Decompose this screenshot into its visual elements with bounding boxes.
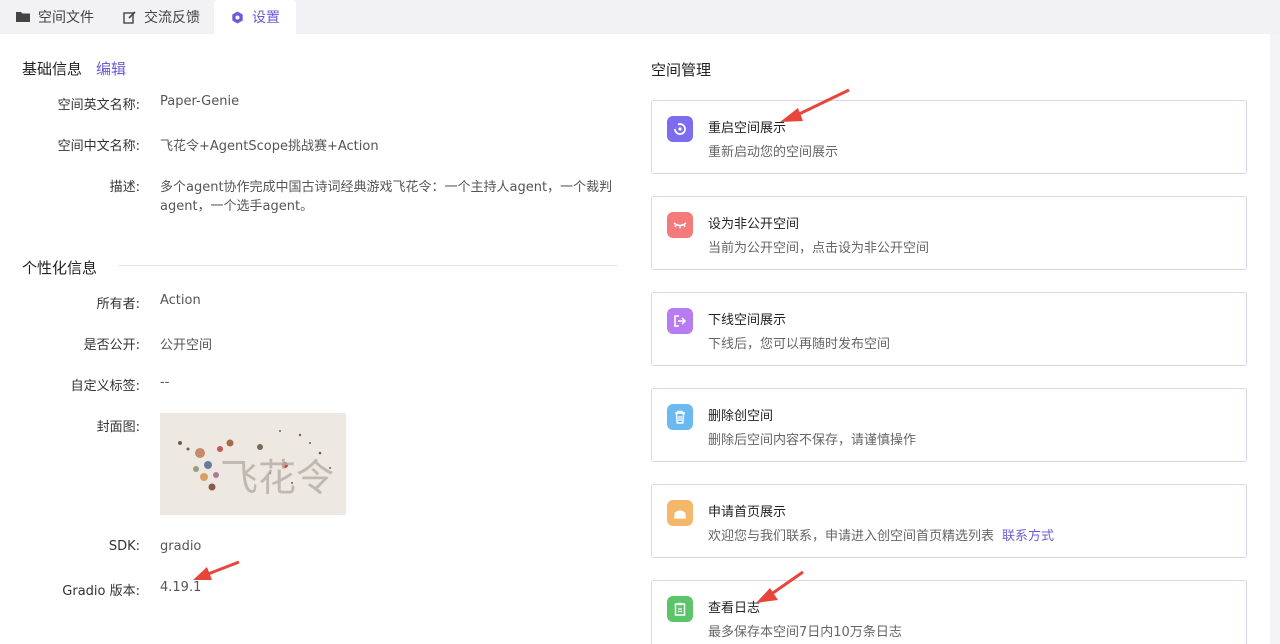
eye-closed-icon <box>667 212 693 238</box>
public-value: 公开空间 <box>160 338 213 353</box>
space-management-title: 空间管理 <box>651 61 712 79</box>
card-desc: 最多保存本空间7日内10万条日志 <box>708 625 902 640</box>
set-private-card[interactable]: 设为非公开空间 当前为公开空间，点击设为非公开空间 <box>651 196 1247 270</box>
card-desc: 删除后空间内容不保存，请谨慎操作 <box>708 433 917 448</box>
card-title: 申请首页展示 <box>708 505 787 520</box>
cover-image: 飞花令 <box>160 413 346 515</box>
card-desc: 下线后，您可以再随时发布空间 <box>708 337 891 352</box>
basic-info-title: 基础信息 <box>22 60 83 78</box>
card-title: 设为非公开空间 <box>708 217 800 232</box>
edit-button[interactable]: 编辑 <box>96 58 126 79</box>
card-desc: 当前为公开空间，点击设为非公开空间 <box>708 241 930 256</box>
tab-label: 空间文件 <box>38 10 94 26</box>
section-divider <box>118 265 618 266</box>
tab-bar: 空间文件 交流反馈 设置 <box>0 0 1280 34</box>
public-label: 是否公开: <box>83 338 140 353</box>
folder-icon <box>16 11 30 23</box>
clipboard-icon <box>667 596 693 622</box>
view-logs-card[interactable]: 查看日志 最多保存本空间7日内10万条日志 <box>651 580 1247 644</box>
logout-icon <box>667 308 693 334</box>
description-value-line1: 多个agent协作完成中国古诗词经典游戏飞花令：一个主持人agent，一个裁判 <box>160 180 613 195</box>
restart-space-card[interactable]: 重启空间展示 重新启动您的空间展示 <box>651 100 1247 174</box>
gear-icon <box>231 11 244 24</box>
card-title: 下线空间展示 <box>708 313 787 328</box>
gradio-version-label: Gradio 版本: <box>62 584 140 599</box>
description-value-line2: agent，一个选手agent。 <box>160 199 314 214</box>
chinese-name-value: 飞花令+AgentScope挑战赛+Action <box>160 139 379 154</box>
restart-icon <box>667 116 693 142</box>
description-label: 描述: <box>109 180 140 195</box>
edit-icon <box>123 10 136 24</box>
english-name-value: Paper-Genie <box>160 94 240 109</box>
owner-value: Action <box>160 293 201 308</box>
tab-label: 设置 <box>252 10 280 26</box>
tags-value: -- <box>160 375 170 390</box>
card-title: 查看日志 <box>708 601 761 616</box>
gradio-version-value: 4.19.1 <box>160 580 202 595</box>
personal-info-title: 个性化信息 <box>22 259 98 277</box>
cover-label: 封面图: <box>96 420 140 435</box>
owner-label: 所有者: <box>96 297 140 312</box>
card-title: 删除创空间 <box>708 409 774 424</box>
chinese-name-label: 空间中文名称: <box>57 139 140 154</box>
tab-space-files[interactable]: 空间文件 <box>16 0 94 34</box>
tags-label: 自定义标签: <box>70 379 140 394</box>
tab-label: 交流反馈 <box>144 10 200 26</box>
card-desc: 重新启动您的空间展示 <box>708 145 839 160</box>
contact-link[interactable]: 联系方式 <box>1002 529 1054 544</box>
tab-feedback[interactable]: 交流反馈 <box>123 0 200 34</box>
english-name-label: 空间英文名称: <box>57 98 140 113</box>
card-desc-text: 欢迎您与我们联系，申请进入创空间首页精选列表 <box>708 529 995 544</box>
card-desc: 欢迎您与我们联系，申请进入创空间首页精选列表 联系方式 <box>708 525 1054 544</box>
cover-text: 飞花令 <box>220 456 334 500</box>
apply-homepage-card[interactable]: 申请首页展示 欢迎您与我们联系，申请进入创空间首页精选列表 联系方式 <box>651 484 1247 558</box>
offline-space-card[interactable]: 下线空间展示 下线后，您可以再随时发布空间 <box>651 292 1247 366</box>
sdk-value: gradio <box>160 539 202 554</box>
sdk-label: SDK: <box>108 539 140 554</box>
trash-icon <box>667 404 693 430</box>
home-icon <box>667 500 693 526</box>
card-title: 重启空间展示 <box>708 121 787 136</box>
delete-space-card[interactable]: 删除创空间 删除后空间内容不保存，请谨慎操作 <box>651 388 1247 462</box>
tab-settings[interactable]: 设置 <box>214 0 296 34</box>
